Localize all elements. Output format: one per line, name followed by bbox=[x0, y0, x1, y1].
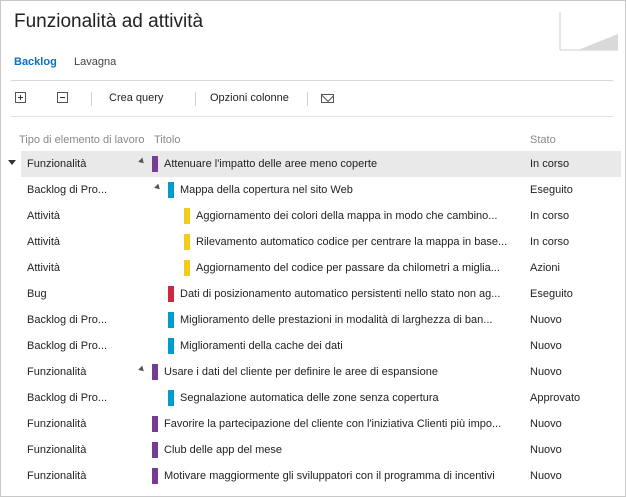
table-row[interactable]: Bug Dati di posizionamento automatico per… bbox=[21, 281, 621, 307]
toolbar-separator bbox=[195, 92, 196, 106]
tab-board[interactable]: Lavagna bbox=[74, 56, 116, 68]
work-item-state: Nuovo bbox=[530, 418, 562, 430]
work-item-type: Funzionalità bbox=[27, 470, 87, 482]
table-row[interactable]: Backlog di Pro... Miglioramento delle pre… bbox=[21, 307, 621, 333]
work-item-state: Nuovo bbox=[530, 444, 562, 456]
work-item-title[interactable]: Dati di posizionamento automatico persis… bbox=[180, 288, 519, 300]
feature-color-bar bbox=[152, 364, 158, 380]
work-item-state: Nuovo bbox=[530, 470, 562, 482]
pbi-color-bar bbox=[168, 312, 174, 328]
work-item-state: In corso bbox=[530, 210, 570, 222]
pbi-color-bar bbox=[168, 338, 174, 354]
task-color-bar bbox=[184, 234, 190, 250]
work-item-type: Backlog di Pro... bbox=[27, 392, 108, 404]
work-item-state: Nuovo bbox=[530, 366, 562, 378]
toolbar-separator bbox=[91, 92, 92, 106]
work-item-title[interactable]: Club delle app del mese bbox=[164, 444, 519, 456]
table-row[interactable]: Funzionalità Attenuare l'impatto delle ar… bbox=[21, 151, 621, 177]
work-item-title[interactable]: Rilevamento automatico codice per centra… bbox=[196, 236, 519, 248]
work-item-type: Backlog di Pro... bbox=[27, 314, 108, 326]
selected-row-indicator-icon[interactable] bbox=[8, 160, 16, 165]
table-row[interactable]: Funzionalità Favorire la partecipazione d… bbox=[21, 411, 621, 437]
divider bbox=[11, 116, 613, 117]
expand-all-icon[interactable] bbox=[15, 92, 26, 103]
work-item-type: Backlog di Pro... bbox=[27, 184, 108, 196]
work-item-state: Azioni bbox=[530, 262, 560, 274]
feature-color-bar bbox=[152, 442, 158, 458]
table-row[interactable]: Attività Rilevamento automatico codice pe… bbox=[21, 229, 621, 255]
table-row[interactable]: Attività Aggiornamento del codice per pas… bbox=[21, 255, 621, 281]
table-row[interactable]: Backlog di Pro... Miglioramenti della cac… bbox=[21, 333, 621, 359]
work-item-title[interactable]: Favorire la partecipazione del cliente c… bbox=[164, 418, 519, 430]
divider bbox=[11, 80, 613, 81]
feature-color-bar bbox=[152, 156, 158, 172]
table-row[interactable]: Attività Aggiornamento dei colori della m… bbox=[21, 203, 621, 229]
task-color-bar bbox=[184, 260, 190, 276]
work-item-state: Nuovo bbox=[530, 340, 562, 352]
work-item-type: Funzionalità bbox=[27, 418, 87, 430]
task-color-bar bbox=[184, 208, 190, 224]
tab-backlog[interactable]: Backlog bbox=[14, 56, 57, 68]
table-row[interactable]: Funzionalità Club delle app del mese Nuovo bbox=[21, 437, 621, 463]
column-header-title[interactable]: Titolo bbox=[154, 134, 181, 146]
work-item-state: In corso bbox=[530, 158, 570, 170]
mail-icon[interactable] bbox=[321, 94, 334, 103]
work-item-title[interactable]: Motivare maggiormente gli sviluppatori c… bbox=[164, 470, 519, 482]
work-item-type: Funzionalità bbox=[27, 444, 87, 456]
collapse-all-icon[interactable] bbox=[57, 92, 68, 103]
table-row[interactable]: Backlog di Pro... Mappa della copertura n… bbox=[21, 177, 621, 203]
work-item-state: Approvato bbox=[530, 392, 581, 404]
work-item-title[interactable]: Miglioramenti della cache dei dati bbox=[180, 340, 519, 352]
work-item-type: Funzionalità bbox=[27, 158, 87, 170]
work-item-state: Eseguito bbox=[530, 184, 573, 196]
work-item-title[interactable]: Segnalazione automatica delle zone senza… bbox=[180, 392, 519, 404]
table-row[interactable]: Funzionalità Usare i dati del cliente per… bbox=[21, 359, 621, 385]
work-item-title[interactable]: Aggiornamento dei colori della mappa in … bbox=[196, 210, 519, 222]
column-header-state[interactable]: Stato bbox=[530, 134, 556, 146]
work-item-type: Funzionalità bbox=[27, 366, 87, 378]
work-item-title[interactable]: Miglioramento delle prestazioni in modal… bbox=[180, 314, 519, 326]
bug-color-bar bbox=[168, 286, 174, 302]
work-item-type: Backlog di Pro... bbox=[27, 340, 108, 352]
column-options-button[interactable]: Opzioni colonne bbox=[210, 92, 289, 104]
collapse-toggle-icon[interactable] bbox=[154, 183, 162, 192]
work-item-title[interactable]: Mappa della copertura nel sito Web bbox=[180, 184, 519, 196]
feature-color-bar bbox=[152, 468, 158, 484]
work-item-type: Attività bbox=[27, 210, 61, 222]
table-row[interactable]: Backlog di Pro... Segnalazione automatica… bbox=[21, 385, 621, 411]
toolbar-separator bbox=[307, 92, 308, 106]
collapse-toggle-icon[interactable] bbox=[138, 365, 146, 374]
pbi-color-bar bbox=[168, 390, 174, 406]
collapse-toggle-icon[interactable] bbox=[138, 157, 146, 166]
pbi-color-bar bbox=[168, 182, 174, 198]
work-item-title[interactable]: Aggiornamento del codice per passare da … bbox=[196, 262, 519, 274]
page-title: Funzionalità ad attività bbox=[14, 11, 204, 32]
work-item-type: Bug bbox=[27, 288, 47, 300]
toolbar: Crea query Opzioni colonne bbox=[1, 89, 625, 109]
feature-color-bar bbox=[152, 416, 158, 432]
column-header-type[interactable]: Tipo di elemento di lavoro bbox=[19, 134, 145, 146]
work-item-state: Nuovo bbox=[530, 314, 562, 326]
backlog-panel: Funzionalità ad attività Backlog Lavagna… bbox=[0, 0, 626, 497]
work-item-title[interactable]: Attenuare l'impatto delle aree meno cope… bbox=[164, 158, 519, 170]
work-item-type: Attività bbox=[27, 236, 61, 248]
table-row[interactable]: Funzionalità Motivare maggiormente gli sv… bbox=[21, 463, 621, 489]
work-item-state: In corso bbox=[530, 236, 570, 248]
work-item-state: Eseguito bbox=[530, 288, 573, 300]
burndown-thumbnail[interactable] bbox=[558, 12, 618, 52]
create-query-button[interactable]: Crea query bbox=[109, 92, 163, 104]
work-item-type: Attività bbox=[27, 262, 61, 274]
work-item-title[interactable]: Usare i dati del cliente per definire le… bbox=[164, 366, 519, 378]
